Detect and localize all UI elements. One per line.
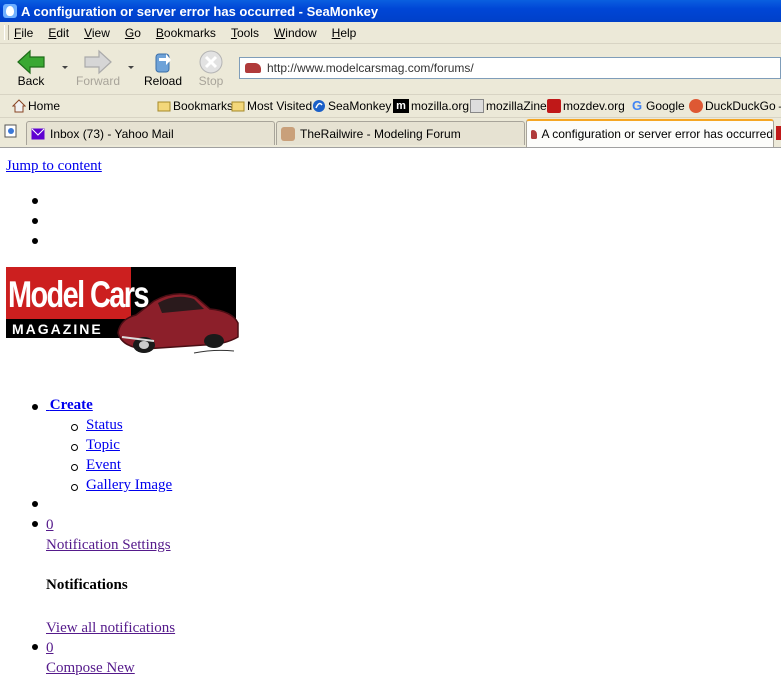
list-bullet — [32, 404, 38, 410]
tab-bar: Inbox (73) - Yahoo Mail TheRailwire - Mo… — [0, 118, 781, 148]
jump-to-content-link[interactable]: Jump to content — [6, 158, 102, 175]
menu-window[interactable]: Window — [274, 26, 317, 40]
list-bullet — [32, 198, 38, 204]
forward-arrow-icon — [84, 49, 112, 75]
bookmark-mozilla-org[interactable]: m mozilla.org — [393, 98, 469, 114]
toolbar-grip[interactable] — [4, 25, 9, 40]
bookmark-label: DuckDuckGo — [705, 99, 776, 113]
folder-icon — [231, 101, 245, 112]
back-dropdown-icon[interactable] — [62, 66, 68, 69]
forward-dropdown-icon[interactable] — [128, 66, 134, 69]
seamonkey-icon — [313, 100, 325, 112]
notification-count-link[interactable]: 0 — [46, 517, 54, 534]
bookmark-label: Google — [646, 99, 685, 113]
url-value: http://www.modelcarsmag.com/forums/ — [267, 61, 474, 75]
reload-label: Reload — [143, 74, 183, 88]
car-icon — [531, 129, 537, 139]
back-label: Back — [17, 74, 45, 88]
list-bullet — [32, 501, 38, 507]
classic-car-illustration — [117, 293, 239, 354]
bookmark-label: SeaMonkey — [328, 99, 392, 113]
bookmark-duckduckgo[interactable]: DuckDuckGo — — [689, 98, 781, 114]
create-topic-link[interactable]: Topic — [86, 437, 120, 454]
sublist-bullet — [71, 464, 78, 471]
bookmark-label: Bookmarks — [173, 99, 234, 113]
create-gallery-image-link[interactable]: Gallery Image — [86, 477, 172, 494]
bookmarks-toolbar: Home Bookmarks Most Visited SeaMonkey m … — [0, 95, 781, 118]
home-button[interactable]: Home — [12, 98, 60, 114]
create-link[interactable]: Create — [46, 397, 93, 414]
bookmark-label: mozillaZine — [486, 99, 547, 113]
list-bullet — [32, 238, 38, 244]
menu-edit[interactable]: Edit — [48, 26, 69, 40]
home-icon — [12, 99, 26, 113]
menu-bookmarks[interactable]: Bookmarks — [156, 26, 216, 40]
mail-icon — [31, 128, 45, 139]
bookmark-label: mozdev.org — [563, 99, 625, 113]
home-label: Home — [28, 99, 61, 113]
tab-list-icon[interactable] — [3, 123, 19, 139]
sublist-bullet — [71, 444, 78, 451]
reload-button[interactable]: Reload — [140, 47, 186, 91]
bookmark-label: Most Visited — [247, 99, 313, 113]
folder-icon — [157, 101, 171, 112]
tab-current-error[interactable]: A configuration or server error has occu… — [526, 119, 774, 147]
menu-file[interactable]: File — [14, 26, 33, 40]
bookmark-seamonkey[interactable]: SeaMonkey — [312, 98, 391, 114]
logo-text-magazine: MAGAZINE — [12, 321, 103, 337]
sublist-bullet — [71, 424, 78, 431]
zine-icon — [470, 99, 484, 113]
stop-button[interactable]: Stop — [188, 47, 234, 91]
reload-icon — [155, 53, 171, 73]
site-favicon-icon — [245, 63, 261, 73]
tab-overflow-icon[interactable] — [776, 126, 781, 140]
menu-bar: File Edit View Go Bookmarks Tools Window… — [0, 22, 781, 44]
bookmark-mozillazine[interactable]: mozillaZine — [470, 98, 547, 114]
avatar-icon — [281, 126, 295, 141]
window-title: A configuration or server error has occu… — [21, 3, 379, 19]
menu-go[interactable]: Go — [125, 26, 141, 40]
tab-label: TheRailwire - Modeling Forum — [300, 126, 461, 141]
url-input[interactable]: http://www.modelcarsmag.com/forums/ — [239, 57, 781, 79]
sublist-bullet — [71, 484, 78, 491]
menu-tools[interactable]: Tools — [231, 26, 259, 40]
notification-settings-link[interactable]: Notification Settings — [46, 537, 171, 554]
stop-label: Stop — [198, 74, 224, 88]
menu-view[interactable]: View — [84, 26, 110, 40]
list-bullet — [32, 644, 38, 650]
forward-label: Forward — [75, 74, 120, 88]
mozdev-icon — [547, 99, 561, 113]
bookmark-mozdev[interactable]: mozdev.org — [547, 98, 625, 114]
mozilla-m-icon: m — [393, 99, 409, 113]
create-label: Create — [49, 397, 93, 413]
duckduckgo-icon — [689, 99, 703, 113]
page-content: Jump to content Model Cars MAGAZINE Crea… — [0, 148, 781, 681]
tab-yahoo-mail[interactable]: Inbox (73) - Yahoo Mail — [26, 121, 275, 145]
stop-icon — [199, 50, 223, 74]
create-event-link[interactable]: Event — [86, 457, 121, 474]
bookmark-most-visited[interactable]: Most Visited — [231, 98, 312, 114]
site-logo[interactable]: Model Cars MAGAZINE — [6, 267, 239, 362]
forward-button[interactable]: Forward — [74, 47, 122, 91]
back-arrow-icon — [17, 49, 45, 75]
tab-label: Inbox (73) - Yahoo Mail — [50, 126, 174, 141]
back-button[interactable]: Back — [8, 47, 54, 91]
bookmark-bookmarks[interactable]: Bookmarks — [157, 98, 233, 114]
tab-therailwire[interactable]: TheRailwire - Modeling Forum — [276, 121, 525, 145]
menu-help[interactable]: Help — [332, 26, 357, 40]
google-g-icon: G — [631, 98, 643, 113]
bookmark-label: mozilla.org — [411, 99, 470, 113]
list-bullet — [32, 521, 38, 527]
view-all-notifications-link[interactable]: View all notifications — [46, 620, 175, 637]
compose-new-link[interactable]: Compose New — [46, 660, 135, 677]
create-status-link[interactable]: Status — [86, 417, 123, 434]
bookmark-google[interactable]: G Google — [630, 98, 685, 114]
seamonkey-app-icon — [3, 4, 17, 18]
window-titlebar[interactable]: A configuration or server error has occu… — [0, 0, 781, 22]
message-count-link[interactable]: 0 — [46, 640, 54, 657]
notifications-heading: Notifications — [46, 577, 128, 593]
list-bullet — [32, 218, 38, 224]
tab-label: A configuration or server error has occu… — [541, 127, 773, 141]
